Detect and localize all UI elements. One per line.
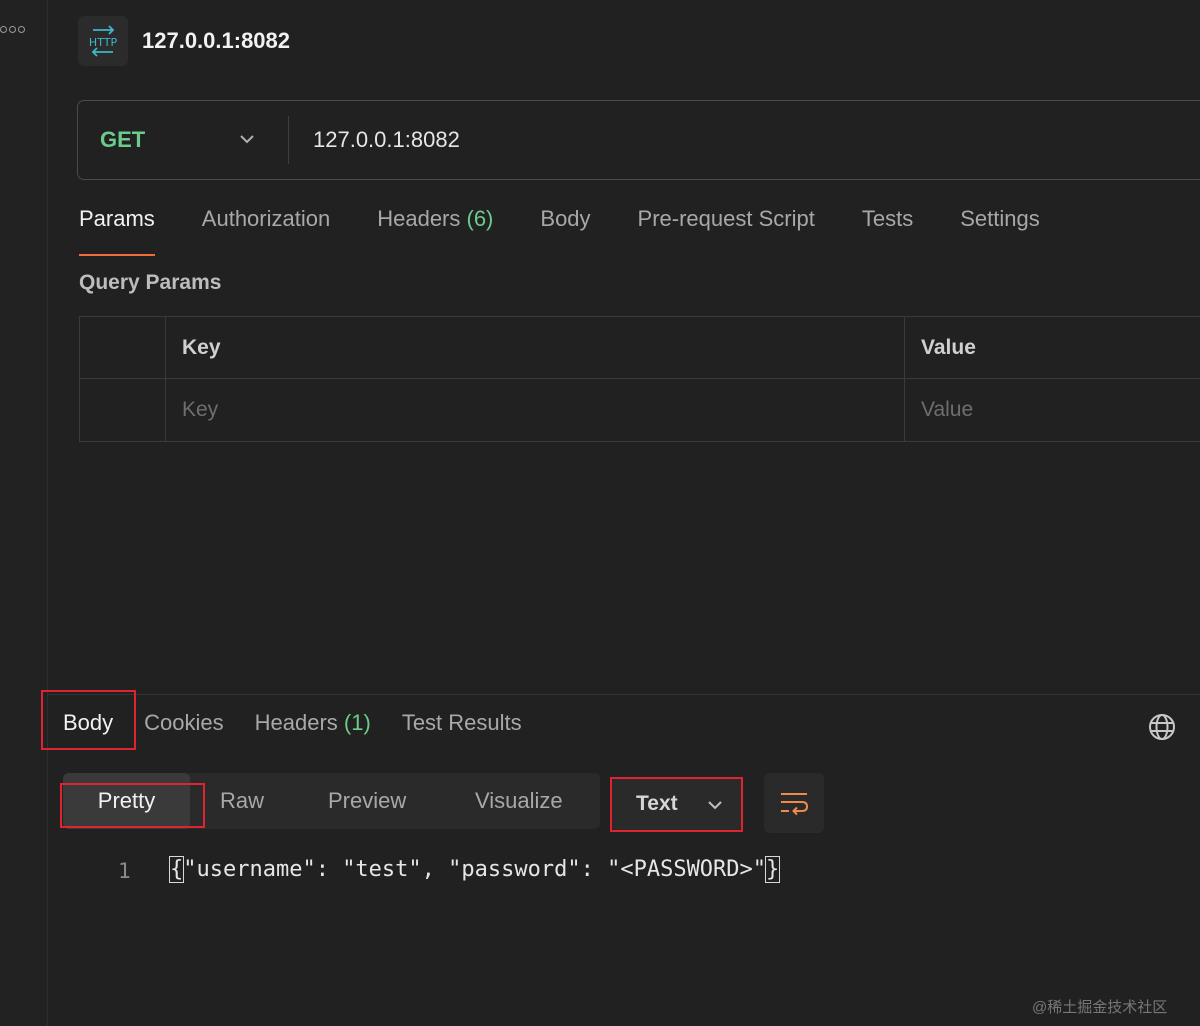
chevron-down-icon — [708, 801, 722, 810]
watermark: @稀土掘金技术社区 — [1032, 999, 1168, 1016]
url-input[interactable] — [313, 127, 1200, 153]
svg-text:HTTP: HTTP — [89, 36, 118, 49]
url-divider — [288, 116, 289, 164]
http-icon: HTTP — [78, 16, 128, 66]
more-options-icon[interactable] — [0, 26, 25, 33]
response-tabs: Body Cookies Headers (1) Test Results — [63, 710, 553, 746]
format-pretty-button[interactable]: Pretty — [63, 773, 190, 829]
param-key-input[interactable] — [182, 398, 832, 422]
request-tabs: Params Authorization Headers (6) Body Pr… — [79, 206, 1087, 256]
tab-headers[interactable]: Headers (6) — [377, 206, 493, 242]
row-checkbox-cell[interactable] — [80, 379, 166, 441]
format-segmented-control: Pretty Raw Preview Visualize — [63, 773, 600, 829]
response-divider[interactable] — [48, 694, 1200, 695]
response-code-line: 1 {"username": "test", "password": "<PAS… — [0, 855, 1200, 889]
tab-headers-count: (6) — [466, 206, 494, 231]
response-tab-cookies[interactable]: Cookies — [144, 710, 223, 746]
value-column-header: Value — [905, 317, 1200, 379]
word-wrap-icon — [781, 793, 809, 816]
format-preview-button[interactable]: Preview — [328, 773, 406, 829]
response-headers-label: Headers — [254, 710, 338, 735]
method-select[interactable]: GET — [78, 101, 288, 179]
tab-params[interactable]: Params — [79, 206, 155, 256]
tab-authorization[interactable]: Authorization — [202, 206, 330, 242]
request-title-bar: HTTP 127.0.0.1:8082 — [78, 16, 290, 66]
response-json-text[interactable]: {"username": "test", "password": "<PASSW… — [168, 856, 781, 883]
key-cell — [166, 379, 905, 441]
close-brace: } — [765, 856, 781, 883]
globe-icon[interactable] — [1147, 712, 1177, 742]
response-tab-test-results[interactable]: Test Results — [402, 710, 522, 746]
tab-headers-label: Headers — [377, 206, 461, 231]
word-wrap-button[interactable] — [764, 773, 824, 833]
tab-settings[interactable]: Settings — [960, 206, 1040, 242]
table-row — [80, 379, 1200, 441]
key-header-label: Key — [182, 336, 221, 359]
language-select[interactable]: Text — [612, 778, 742, 830]
table-header-row: Key Value — [80, 317, 1200, 379]
language-label: Text — [636, 792, 678, 815]
response-tab-headers[interactable]: Headers (1) — [255, 710, 371, 746]
chevron-down-icon — [240, 135, 254, 144]
param-value-input[interactable] — [921, 398, 1189, 422]
value-cell — [905, 379, 1200, 441]
value-header-label: Value — [921, 336, 976, 359]
query-params-title: Query Params — [79, 271, 222, 294]
tab-body[interactable]: Body — [540, 206, 590, 242]
open-brace: { — [168, 856, 185, 883]
url-bar: GET — [77, 100, 1200, 180]
line-number: 1 — [118, 859, 131, 883]
method-label: GET — [100, 127, 146, 152]
query-params-table: Key Value — [79, 316, 1200, 442]
checkbox-column-header — [80, 317, 166, 379]
response-tab-body[interactable]: Body — [63, 710, 113, 746]
format-raw-button[interactable]: Raw — [220, 773, 264, 829]
json-content: "username": "test", "password": "<PASSWO… — [183, 857, 767, 882]
tab-tests[interactable]: Tests — [862, 206, 913, 242]
request-title[interactable]: 127.0.0.1:8082 — [142, 28, 290, 54]
tab-pre-request-script[interactable]: Pre-request Script — [638, 206, 815, 242]
response-headers-count: (1) — [343, 710, 371, 735]
key-column-header: Key — [166, 317, 905, 379]
format-visualize-button[interactable]: Visualize — [475, 773, 563, 829]
